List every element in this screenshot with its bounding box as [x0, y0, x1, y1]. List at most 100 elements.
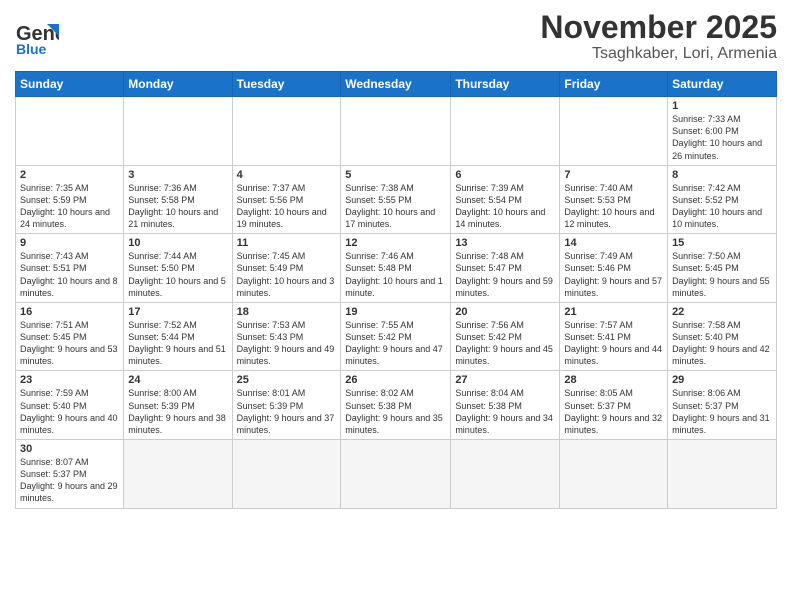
day-number: 24 [128, 374, 227, 386]
calendar-cell [232, 440, 341, 509]
calendar-cell [451, 97, 560, 166]
weekday-header-tuesday: Tuesday [232, 72, 341, 97]
day-number: 9 [20, 237, 119, 249]
calendar-cell: 14Sunrise: 7:49 AM Sunset: 5:46 PM Dayli… [560, 234, 668, 303]
calendar-cell: 27Sunrise: 8:04 AM Sunset: 5:38 PM Dayli… [451, 371, 560, 440]
calendar-cell: 3Sunrise: 7:36 AM Sunset: 5:58 PM Daylig… [124, 165, 232, 234]
day-number: 2 [20, 169, 119, 181]
day-info: Sunrise: 7:49 AM Sunset: 5:46 PM Dayligh… [564, 250, 663, 299]
day-info: Sunrise: 7:53 AM Sunset: 5:43 PM Dayligh… [237, 319, 337, 368]
calendar-cell [560, 97, 668, 166]
day-info: Sunrise: 8:02 AM Sunset: 5:38 PM Dayligh… [345, 387, 446, 436]
day-number: 28 [564, 374, 663, 386]
calendar-cell: 4Sunrise: 7:37 AM Sunset: 5:56 PM Daylig… [232, 165, 341, 234]
calendar-week-row: 2Sunrise: 7:35 AM Sunset: 5:59 PM Daylig… [16, 165, 777, 234]
day-info: Sunrise: 8:04 AM Sunset: 5:38 PM Dayligh… [455, 387, 555, 436]
day-number: 10 [128, 237, 227, 249]
day-info: Sunrise: 7:43 AM Sunset: 5:51 PM Dayligh… [20, 250, 119, 299]
calendar-cell: 24Sunrise: 8:00 AM Sunset: 5:39 PM Dayli… [124, 371, 232, 440]
day-info: Sunrise: 7:59 AM Sunset: 5:40 PM Dayligh… [20, 387, 119, 436]
day-number: 7 [564, 169, 663, 181]
day-number: 19 [345, 306, 446, 318]
day-number: 8 [672, 169, 772, 181]
calendar-cell [560, 440, 668, 509]
day-number: 5 [345, 169, 446, 181]
day-number: 23 [20, 374, 119, 386]
day-info: Sunrise: 7:33 AM Sunset: 6:00 PM Dayligh… [672, 113, 772, 162]
page: General Blue November 2025 Tsaghkaber, L… [0, 0, 792, 612]
day-number: 21 [564, 306, 663, 318]
day-number: 12 [345, 237, 446, 249]
calendar-cell: 18Sunrise: 7:53 AM Sunset: 5:43 PM Dayli… [232, 302, 341, 371]
day-info: Sunrise: 8:01 AM Sunset: 5:39 PM Dayligh… [237, 387, 337, 436]
calendar-week-row: 16Sunrise: 7:51 AM Sunset: 5:45 PM Dayli… [16, 302, 777, 371]
calendar-cell: 28Sunrise: 8:05 AM Sunset: 5:37 PM Dayli… [560, 371, 668, 440]
weekday-header-saturday: Saturday [668, 72, 777, 97]
day-info: Sunrise: 8:00 AM Sunset: 5:39 PM Dayligh… [128, 387, 227, 436]
day-info: Sunrise: 7:48 AM Sunset: 5:47 PM Dayligh… [455, 250, 555, 299]
day-info: Sunrise: 7:44 AM Sunset: 5:50 PM Dayligh… [128, 250, 227, 299]
day-info: Sunrise: 7:37 AM Sunset: 5:56 PM Dayligh… [237, 182, 337, 231]
day-number: 11 [237, 237, 337, 249]
logo-icon: General Blue [15, 14, 59, 58]
weekday-header-thursday: Thursday [451, 72, 560, 97]
svg-text:Blue: Blue [16, 41, 47, 57]
calendar-cell: 21Sunrise: 7:57 AM Sunset: 5:41 PM Dayli… [560, 302, 668, 371]
header: General Blue November 2025 Tsaghkaber, L… [15, 10, 777, 63]
day-number: 27 [455, 374, 555, 386]
location-title: Tsaghkaber, Lori, Armenia [540, 45, 777, 63]
day-number: 26 [345, 374, 446, 386]
day-info: Sunrise: 7:52 AM Sunset: 5:44 PM Dayligh… [128, 319, 227, 368]
day-info: Sunrise: 8:07 AM Sunset: 5:37 PM Dayligh… [20, 456, 119, 505]
calendar-cell: 15Sunrise: 7:50 AM Sunset: 5:45 PM Dayli… [668, 234, 777, 303]
calendar-cell: 12Sunrise: 7:46 AM Sunset: 5:48 PM Dayli… [341, 234, 451, 303]
day-info: Sunrise: 7:45 AM Sunset: 5:49 PM Dayligh… [237, 250, 337, 299]
calendar-cell: 17Sunrise: 7:52 AM Sunset: 5:44 PM Dayli… [124, 302, 232, 371]
day-info: Sunrise: 7:51 AM Sunset: 5:45 PM Dayligh… [20, 319, 119, 368]
day-number: 16 [20, 306, 119, 318]
day-info: Sunrise: 7:42 AM Sunset: 5:52 PM Dayligh… [672, 182, 772, 231]
calendar-cell: 22Sunrise: 7:58 AM Sunset: 5:40 PM Dayli… [668, 302, 777, 371]
day-number: 13 [455, 237, 555, 249]
calendar-cell [232, 97, 341, 166]
day-info: Sunrise: 7:46 AM Sunset: 5:48 PM Dayligh… [345, 250, 446, 299]
calendar-cell: 1Sunrise: 7:33 AM Sunset: 6:00 PM Daylig… [668, 97, 777, 166]
weekday-header-row: SundayMondayTuesdayWednesdayThursdayFrid… [16, 72, 777, 97]
day-info: Sunrise: 7:56 AM Sunset: 5:42 PM Dayligh… [455, 319, 555, 368]
day-number: 20 [455, 306, 555, 318]
calendar-cell [16, 97, 124, 166]
calendar-cell [451, 440, 560, 509]
weekday-header-friday: Friday [560, 72, 668, 97]
day-number: 17 [128, 306, 227, 318]
calendar-cell: 6Sunrise: 7:39 AM Sunset: 5:54 PM Daylig… [451, 165, 560, 234]
day-info: Sunrise: 7:50 AM Sunset: 5:45 PM Dayligh… [672, 250, 772, 299]
calendar-cell [341, 440, 451, 509]
day-info: Sunrise: 8:06 AM Sunset: 5:37 PM Dayligh… [672, 387, 772, 436]
day-number: 6 [455, 169, 555, 181]
calendar-cell: 25Sunrise: 8:01 AM Sunset: 5:39 PM Dayli… [232, 371, 341, 440]
calendar-cell: 10Sunrise: 7:44 AM Sunset: 5:50 PM Dayli… [124, 234, 232, 303]
calendar-cell: 7Sunrise: 7:40 AM Sunset: 5:53 PM Daylig… [560, 165, 668, 234]
calendar-cell: 2Sunrise: 7:35 AM Sunset: 5:59 PM Daylig… [16, 165, 124, 234]
day-info: Sunrise: 7:58 AM Sunset: 5:40 PM Dayligh… [672, 319, 772, 368]
day-info: Sunrise: 7:40 AM Sunset: 5:53 PM Dayligh… [564, 182, 663, 231]
calendar-cell: 13Sunrise: 7:48 AM Sunset: 5:47 PM Dayli… [451, 234, 560, 303]
calendar-cell: 19Sunrise: 7:55 AM Sunset: 5:42 PM Dayli… [341, 302, 451, 371]
day-number: 4 [237, 169, 337, 181]
calendar-cell: 20Sunrise: 7:56 AM Sunset: 5:42 PM Dayli… [451, 302, 560, 371]
calendar-cell [124, 97, 232, 166]
day-number: 3 [128, 169, 227, 181]
day-info: Sunrise: 7:57 AM Sunset: 5:41 PM Dayligh… [564, 319, 663, 368]
calendar-cell: 9Sunrise: 7:43 AM Sunset: 5:51 PM Daylig… [16, 234, 124, 303]
month-title: November 2025 [540, 10, 777, 45]
calendar-week-row: 9Sunrise: 7:43 AM Sunset: 5:51 PM Daylig… [16, 234, 777, 303]
calendar-table: SundayMondayTuesdayWednesdayThursdayFrid… [15, 71, 777, 508]
day-number: 29 [672, 374, 772, 386]
weekday-header-wednesday: Wednesday [341, 72, 451, 97]
calendar-cell: 8Sunrise: 7:42 AM Sunset: 5:52 PM Daylig… [668, 165, 777, 234]
calendar-cell: 23Sunrise: 7:59 AM Sunset: 5:40 PM Dayli… [16, 371, 124, 440]
calendar-cell: 29Sunrise: 8:06 AM Sunset: 5:37 PM Dayli… [668, 371, 777, 440]
day-number: 30 [20, 443, 119, 455]
calendar-cell: 5Sunrise: 7:38 AM Sunset: 5:55 PM Daylig… [341, 165, 451, 234]
day-number: 1 [672, 100, 772, 112]
